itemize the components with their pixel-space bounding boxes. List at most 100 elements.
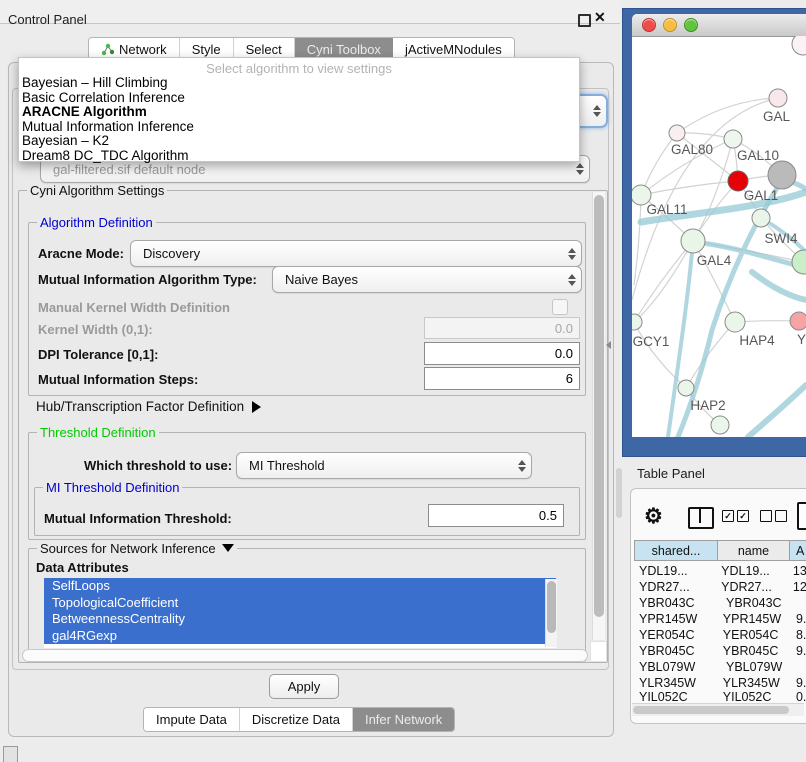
node-green-right[interactable]: [792, 250, 806, 274]
node-label: GAL1: [744, 188, 779, 203]
node-swi4[interactable]: [752, 209, 770, 227]
splitter-collapse-arrow[interactable]: [606, 341, 611, 349]
expanded-arrow-icon: [222, 544, 234, 552]
scrollbar-thumb[interactable]: [633, 706, 789, 714]
data-attributes-label: Data Attributes: [36, 560, 129, 575]
mi-type-combobox[interactable]: Naive Bayes: [272, 266, 582, 293]
unchecked-checkbox-icon[interactable]: [760, 510, 772, 522]
which-threshold-label: Which threshold to use:: [84, 458, 232, 473]
table-row[interactable]: YBR043C YBR043C: [634, 595, 806, 611]
list-item-gal4rgexp[interactable]: gal4RGexp: [44, 628, 556, 645]
table-row[interactable]: YPR145W YPR145W 9.: [634, 611, 806, 627]
node-gal-top[interactable]: [769, 89, 787, 107]
network-canvas[interactable]: GAL GAL80 GAL10 GAL1 GAL11 GAL4 SWI4 GCY…: [632, 36, 806, 437]
zoom-traffic-light[interactable]: [684, 18, 698, 32]
table-row[interactable]: YDR27... YDR27... 12: [634, 579, 806, 595]
node-label: GAL: [763, 109, 791, 124]
chevron-updown-icon: [513, 460, 531, 472]
dropdown-item-dream8[interactable]: Dream8 DC_TDC Algorithm: [19, 149, 579, 164]
dropdown-item-mutual-information[interactable]: Mutual Information Inference: [19, 120, 579, 135]
network-window-titlebar[interactable]: [632, 14, 806, 37]
control-panel-title: Control Panel: [8, 12, 87, 27]
table-horizontal-scrollbar[interactable]: [632, 703, 804, 716]
node-hap2[interactable]: [678, 380, 694, 396]
mi-type-label: Mutual Information Algorithm Type:: [38, 272, 257, 287]
table-row[interactable]: YLR345W YLR345W 9.: [634, 675, 806, 691]
node-salmon[interactable]: [790, 312, 806, 330]
mi-steps-field[interactable]: [424, 367, 580, 390]
kernel-width-label: Kernel Width (0,1):: [38, 322, 153, 337]
algorithm-definition-legend: Algorithm Definition: [37, 215, 156, 230]
dropdown-item-basic-correlation[interactable]: Basic Correlation Inference: [19, 91, 579, 106]
data-attributes-list: SelfLoops TopologicalCoefficient Between…: [44, 578, 556, 648]
unchecked-checkbox-icon[interactable]: [775, 510, 787, 522]
node-gray[interactable]: [768, 161, 796, 189]
node-label: HAP4: [739, 333, 775, 348]
tab-discretize-data[interactable]: Discretize Data: [240, 708, 353, 731]
dropdown-item-aracne[interactable]: ARACNE Algorithm: [19, 105, 579, 120]
close-traffic-light[interactable]: [642, 18, 656, 32]
node-label: GAL80: [671, 142, 713, 157]
table-row[interactable]: YBL079W YBL079W: [634, 659, 806, 675]
dropdown-placeholder: Select algorithm to view settings: [19, 58, 579, 76]
node-gal80[interactable]: [669, 125, 685, 141]
network-icon: [101, 43, 114, 56]
which-threshold-combobox[interactable]: MI Threshold: [236, 452, 532, 479]
attribute-list-scrollbar[interactable]: [545, 579, 557, 647]
minimized-panel-icon[interactable]: [3, 746, 18, 762]
column-header-shared[interactable]: shared...: [634, 540, 718, 561]
bottom-tabbar: Impute Data Discretize Data Infer Networ…: [143, 707, 455, 732]
column-header-name[interactable]: name: [717, 540, 790, 561]
scrollbar-thumb[interactable]: [594, 195, 604, 617]
table-row[interactable]: YIL052C YIL052C 0.: [634, 691, 806, 703]
chevron-updown-icon: [563, 248, 581, 260]
tab-impute-data[interactable]: Impute Data: [144, 708, 240, 731]
checked-checkbox-icon[interactable]: ✓: [722, 510, 734, 522]
chevron-updown-icon: [588, 105, 606, 117]
node-label: HAP2: [690, 398, 725, 413]
node-bottom[interactable]: [711, 416, 729, 434]
tab-infer-network[interactable]: Infer Network: [353, 708, 454, 731]
algorithm-dropdown-popup: Select algorithm to view settings Bayesi…: [18, 57, 580, 162]
node-label: Y: [797, 332, 806, 347]
list-item-topologicalcoefficient[interactable]: TopologicalCoefficient: [44, 595, 556, 612]
scrollbar-corner: [590, 641, 607, 662]
hub-definition-toggle[interactable]: Hub/Transcription Factor Definition: [36, 399, 261, 414]
table-row[interactable]: YER054C YER054C 8.: [634, 627, 806, 643]
manual-kernel-checkbox[interactable]: [552, 299, 568, 315]
side-scrollbar-thumb[interactable]: [616, 468, 622, 518]
table-row[interactable]: YDL19... YDL19... 13: [634, 563, 806, 579]
mi-threshold-field[interactable]: [428, 504, 564, 527]
manual-kernel-label: Manual Kernel Width Definition: [38, 300, 230, 315]
minimize-traffic-light[interactable]: [663, 18, 677, 32]
close-icon[interactable]: ✕: [594, 9, 606, 26]
split-columns-icon[interactable]: [688, 507, 714, 529]
sources-legend[interactable]: Sources for Network Inference: [37, 541, 237, 556]
node-hap4[interactable]: [725, 312, 745, 332]
settings-vertical-scrollbar[interactable]: [592, 192, 605, 640]
dpi-tolerance-field[interactable]: [424, 342, 580, 365]
list-item-selfloops[interactable]: SelfLoops: [44, 578, 556, 595]
node-label: GAL10: [737, 148, 779, 163]
apply-button[interactable]: Apply: [269, 674, 339, 699]
aracne-mode-combobox[interactable]: Discovery: [130, 240, 582, 267]
list-item-betweennesscentrality[interactable]: BetweennessCentrality: [44, 611, 556, 628]
kernel-width-field[interactable]: [424, 317, 580, 339]
dpi-tolerance-label: DPI Tolerance [0,1]:: [38, 347, 158, 362]
float-window-icon[interactable]: [578, 14, 591, 27]
dropdown-item-bayesian-hill[interactable]: Bayesian – Hill Climbing: [19, 76, 579, 91]
column-header-third[interactable]: A: [789, 540, 806, 561]
chevron-updown-icon: [571, 163, 589, 175]
node-gal10[interactable]: [724, 130, 742, 148]
node-gal4[interactable]: [681, 229, 705, 253]
gear-icon[interactable]: ⚙: [644, 504, 663, 529]
dropdown-item-bayesian-k2[interactable]: Bayesian – K2: [19, 134, 579, 149]
mi-steps-label: Mutual Information Steps:: [38, 372, 198, 387]
scrollbar-thumb[interactable]: [547, 581, 556, 633]
table-row[interactable]: YBR045C YBR045C 9.: [634, 643, 806, 659]
collapsed-arrow-icon: [252, 401, 261, 413]
node-unlabeled-top[interactable]: [792, 36, 806, 55]
checked-checkbox-icon[interactable]: ✓: [737, 510, 749, 522]
settings-horizontal-scrollbar[interactable]: [22, 649, 588, 662]
document-icon[interactable]: [797, 502, 806, 530]
